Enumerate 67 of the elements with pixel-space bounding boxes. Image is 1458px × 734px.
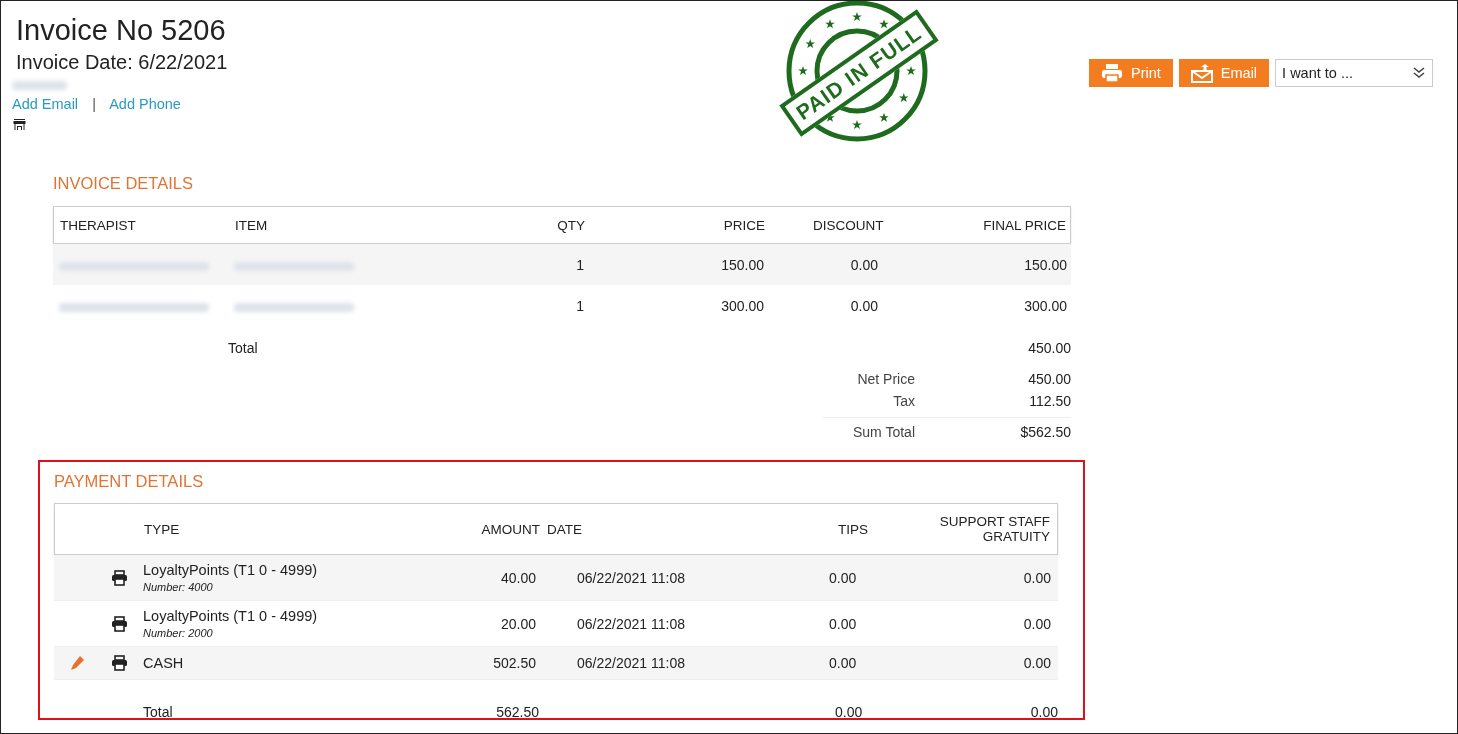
printer-icon bbox=[1101, 63, 1123, 83]
table-cell-text: 0.00 bbox=[1023, 569, 1052, 586]
table-cell-text: 0.00 bbox=[1023, 655, 1052, 671]
column-header: DATE bbox=[546, 521, 583, 537]
table-cell-text: 0.00 bbox=[849, 256, 879, 273]
action-dropdown[interactable]: I want to ... bbox=[1275, 59, 1434, 87]
add-email-link[interactable]: Add Email bbox=[12, 96, 79, 112]
store-icon bbox=[13, 118, 26, 130]
table-cell-text: 1 bbox=[575, 256, 585, 273]
column-header: THERAPIST bbox=[59, 217, 137, 233]
pencil-icon[interactable] bbox=[68, 655, 85, 671]
payment-note: Number: 2000 bbox=[143, 627, 213, 639]
summary-label: Net Price bbox=[856, 371, 915, 387]
table-cell-text: 150.00 bbox=[720, 256, 765, 273]
table-cell-text: 06/22/2021 11:08 bbox=[576, 569, 686, 586]
total-label: Total bbox=[142, 704, 174, 720]
print-button[interactable]: Print bbox=[1089, 59, 1173, 87]
printer-icon[interactable] bbox=[110, 655, 128, 671]
table-cell-text: 0.00 bbox=[1023, 615, 1052, 632]
printer-icon[interactable] bbox=[110, 615, 128, 632]
table-cell-text: 502.50 bbox=[492, 655, 537, 671]
table-cell-text: 0.00 bbox=[849, 297, 879, 314]
table-cell-text: 40.00 bbox=[499, 569, 537, 586]
add-phone-link[interactable]: Add Phone bbox=[109, 96, 181, 112]
payment-type: LoyaltyPoints (T1 0 - 4999) bbox=[143, 562, 318, 578]
total-value: 562.50 bbox=[495, 704, 539, 720]
total-value: 0.00 bbox=[1030, 704, 1058, 720]
link-separator: | bbox=[92, 96, 96, 112]
summary-value: 450.00 bbox=[1028, 371, 1071, 387]
payment-type: CASH bbox=[143, 655, 184, 671]
column-header: TIPS bbox=[837, 521, 869, 537]
column-header: DISCOUNT bbox=[812, 217, 885, 233]
table-cell-text: 1 bbox=[575, 297, 585, 314]
summary-label: Tax bbox=[892, 393, 915, 409]
column-header: QTY bbox=[556, 217, 586, 233]
double-chevron-icon bbox=[1412, 67, 1427, 79]
column-header: PRICE bbox=[722, 217, 766, 233]
payment-type: LoyaltyPoints (T1 0 - 4999) bbox=[143, 608, 318, 624]
column-header: ITEM bbox=[234, 217, 269, 233]
table-cell-text: 150.00 bbox=[1023, 256, 1068, 273]
column-header: TYPE bbox=[143, 521, 181, 537]
summary-value: $562.50 bbox=[1020, 424, 1071, 440]
table-cell-text: 0.00 bbox=[828, 569, 858, 586]
section-heading: INVOICE DETAILS bbox=[53, 174, 194, 193]
table-cell-text: 300.00 bbox=[1023, 297, 1068, 314]
column-header: SUPPORT STAFF GRATUITY bbox=[938, 514, 1051, 544]
column-header: FINAL PRICE bbox=[982, 217, 1067, 233]
table-cell-text: 300.00 bbox=[720, 297, 765, 314]
table-cell-text: 0.00 bbox=[828, 655, 858, 671]
invoice-title: Invoice No 5206 bbox=[16, 13, 227, 47]
table-cell-text: 20.00 bbox=[499, 615, 537, 632]
payment-note: Number: 4000 bbox=[143, 581, 213, 593]
summary-value: 112.50 bbox=[1029, 393, 1071, 409]
table-cell-text: 06/22/2021 11:08 bbox=[576, 615, 686, 632]
column-header: AMOUNT bbox=[480, 521, 540, 537]
table-cell-text: 06/22/2021 11:08 bbox=[576, 655, 686, 671]
blurred-text bbox=[12, 81, 67, 90]
total-value: 0.00 bbox=[834, 704, 864, 720]
section-heading: PAYMENT DETAILS bbox=[54, 472, 205, 491]
total-value: 450.00 bbox=[1028, 340, 1071, 356]
email-button[interactable]: Email bbox=[1178, 59, 1270, 87]
summary-label: Sum Total bbox=[852, 424, 915, 440]
printer-icon[interactable] bbox=[110, 569, 128, 586]
table-cell-text: 0.00 bbox=[828, 615, 858, 632]
invoice-date: Invoice Date: 6/22/2021 bbox=[16, 50, 229, 75]
envelope-icon bbox=[1190, 63, 1213, 83]
total-label: Total bbox=[228, 340, 258, 356]
